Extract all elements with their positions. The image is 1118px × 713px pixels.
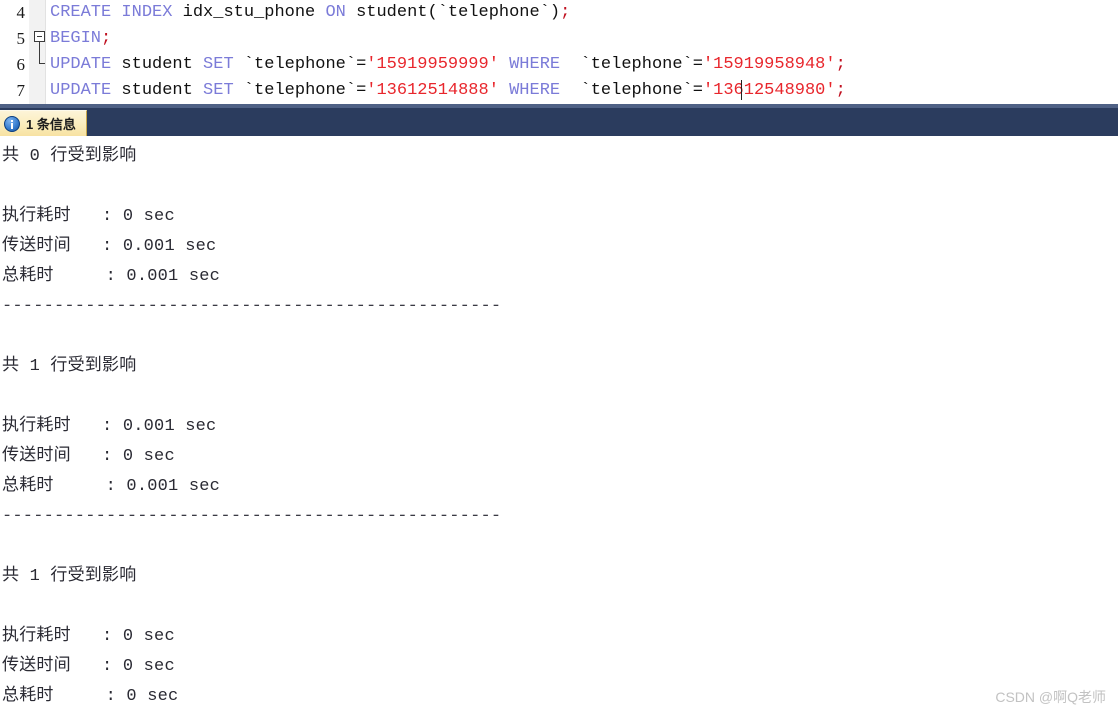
code-line[interactable]: CREATE INDEX idx_stu_phone ON student(`t…	[46, 0, 1118, 26]
code-token: student(`telephone`)	[345, 3, 561, 22]
timing-label: 执行耗时	[2, 627, 71, 646]
code-token: ;	[101, 29, 112, 48]
code-token: UPDATE	[50, 81, 112, 100]
timing-label: 总耗时	[2, 267, 75, 286]
editor-fold-strip	[29, 0, 46, 104]
code-token: '15919959999'	[366, 55, 499, 74]
code-line[interactable]: UPDATE student SET `telephone`='13612514…	[46, 78, 1118, 104]
timing-label: 传送时间	[2, 447, 71, 466]
timing-value: : 0 sec	[105, 687, 179, 706]
code-token: SET	[203, 55, 234, 74]
code-token: `telephone`=	[233, 81, 367, 100]
line-number: 6	[16, 55, 26, 74]
timing-value: : 0 sec	[102, 207, 175, 226]
timing-label: 总耗时	[2, 477, 75, 496]
timing-gap	[74, 267, 105, 286]
timing-row: 执行耗时 : 0 sec	[2, 622, 501, 652]
sql-code-area[interactable]: CREATE INDEX idx_stu_phone ON student(`t…	[46, 0, 1118, 104]
timing-value: : 0.001 sec	[105, 267, 221, 286]
timing-row: 总耗时 : 0.001 sec	[2, 262, 501, 292]
timing-row: 总耗时 : 0 sec	[2, 682, 501, 712]
timing-label: 传送时间	[2, 237, 71, 256]
timing-row: 传送时间 : 0 sec	[2, 652, 501, 682]
timing-row: 执行耗时 : 0 sec	[2, 202, 501, 232]
affected-rows-line: 共 1 行受到影响	[2, 357, 137, 376]
code-token: CREATE	[50, 3, 112, 22]
line-number: 7	[16, 81, 26, 100]
timing-gap	[74, 477, 105, 496]
code-token: INDEX	[121, 3, 173, 22]
separator-line: ----------------------------------------…	[2, 507, 502, 526]
code-token: '13612514888'	[366, 81, 499, 100]
code-token: student	[111, 81, 204, 100]
timing-value: : 0 sec	[102, 627, 175, 646]
affected-rows-line: 共 0 行受到影响	[2, 147, 137, 166]
info-circle-icon	[4, 115, 20, 132]
code-token: BEGIN	[50, 29, 102, 48]
timing-row: 总耗时 : 0.001 sec	[2, 472, 501, 502]
code-token: `telephone`=	[560, 55, 703, 74]
code-token: '15919958948'	[702, 55, 836, 74]
timing-value: : 0.001 sec	[102, 417, 217, 436]
timing-gap	[71, 627, 102, 646]
sql-editor-pane[interactable]: 4 5 6 7 CREATE INDEX idx_stu_phone ON st…	[0, 0, 1118, 104]
code-token: ;	[835, 55, 846, 74]
timing-value: : 0.001 sec	[105, 477, 221, 496]
code-token: `telephone`=	[233, 55, 367, 74]
timing-value: : 0 sec	[102, 657, 175, 676]
timing-label: 传送时间	[2, 657, 71, 676]
code-token: `telephone`=	[560, 81, 703, 100]
timing-gap	[71, 657, 102, 676]
code-line[interactable]: BEGIN;	[46, 26, 1118, 52]
message-result-pane[interactable]: 共 0 行受到影响 执行耗时 : 0 sec 传送时间 : 0.001 sec 总耗…	[0, 136, 1118, 713]
code-token: UPDATE	[50, 55, 112, 74]
timing-gap	[71, 447, 102, 466]
message-output-text: 共 0 行受到影响 执行耗时 : 0 sec 传送时间 : 0.001 sec 总耗…	[2, 142, 501, 712]
timing-row: 传送时间 : 0.001 sec	[2, 232, 501, 262]
timing-label: 执行耗时	[2, 207, 71, 226]
timing-label: 执行耗时	[2, 417, 71, 436]
timing-gap	[71, 207, 102, 226]
timing-value: : 0 sec	[102, 447, 175, 466]
code-token: WHERE	[509, 55, 561, 74]
timing-gap	[71, 237, 102, 256]
result-tabbar[interactable]	[0, 108, 1118, 136]
text-caret	[741, 80, 742, 100]
tab-message-info-label: 1 条信息	[26, 117, 76, 132]
line-number-gutter: 4 5 6 7	[0, 0, 29, 104]
timing-gap	[71, 417, 102, 436]
code-token: WHERE	[509, 81, 561, 100]
line-number: 4	[16, 3, 26, 22]
separator-line: ----------------------------------------…	[2, 297, 502, 316]
line-number: 5	[16, 29, 26, 48]
code-token: SET	[203, 81, 234, 100]
code-fold-foot	[39, 63, 45, 64]
timing-gap	[74, 687, 105, 706]
code-token: student	[111, 55, 204, 74]
code-line[interactable]: UPDATE student SET `telephone`='15919959…	[46, 52, 1118, 78]
timing-row: 执行耗时 : 0.001 sec	[2, 412, 501, 442]
watermark: CSDN @啊Q老师	[995, 689, 1106, 705]
code-token: ON	[325, 3, 346, 22]
code-fold-stem	[39, 42, 40, 64]
timing-value: : 0.001 sec	[102, 237, 217, 256]
code-fold-collapse-icon[interactable]	[34, 31, 45, 42]
timing-label: 总耗时	[2, 687, 75, 706]
code-token: ;	[560, 3, 571, 22]
affected-rows-line: 共 1 行受到影响	[2, 567, 137, 586]
tab-message-info[interactable]: 1 条信息	[0, 110, 87, 136]
code-token: ;	[835, 81, 846, 100]
timing-row: 传送时间 : 0 sec	[2, 442, 501, 472]
code-token: idx_stu_phone	[172, 3, 326, 22]
code-token: '13612548980'	[702, 81, 836, 100]
